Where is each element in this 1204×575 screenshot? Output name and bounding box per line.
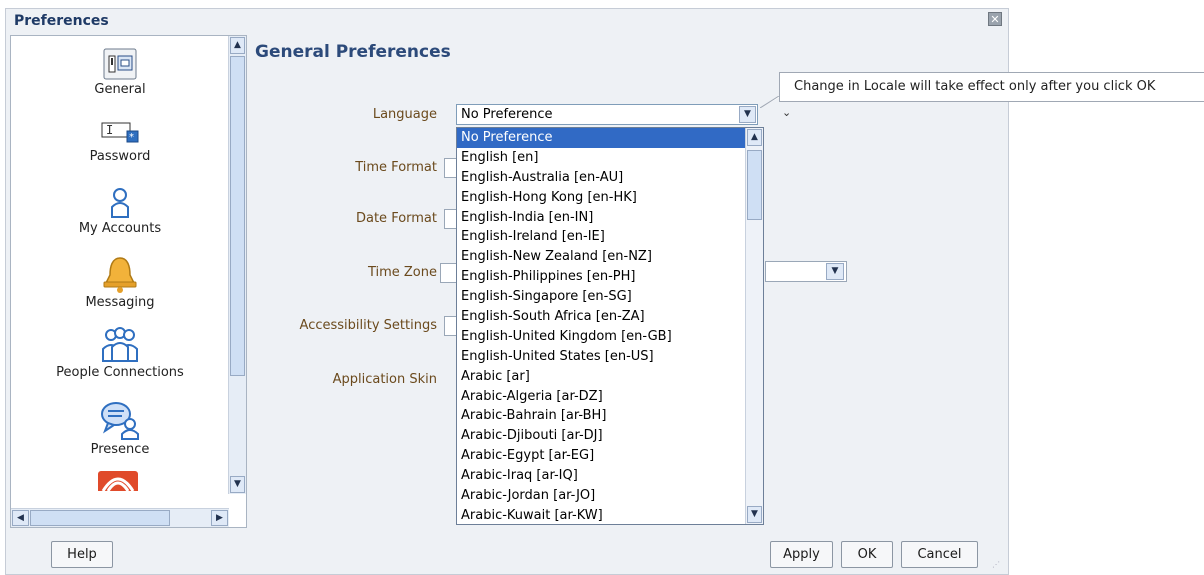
scroll-down-icon[interactable]: ▼ — [230, 476, 245, 493]
help-button[interactable]: Help — [51, 541, 113, 568]
chevron-down-icon[interactable]: ⌄ — [782, 106, 791, 119]
nav-item-label: People Connections — [56, 365, 184, 380]
dropdown-option[interactable]: English-Hong Kong [en-HK] — [457, 188, 763, 208]
password-icon: I * — [101, 122, 139, 143]
user-accounts-icon — [111, 188, 129, 218]
chevron-down-icon[interactable]: ▼ — [826, 263, 844, 280]
dropdown-option[interactable]: English-Philippines [en-PH] — [457, 267, 763, 287]
dropdown-option[interactable]: English-United States [en-US] — [457, 347, 763, 367]
feed-icon — [98, 471, 138, 491]
section-title: General Preferences — [255, 42, 451, 62]
dropdown-scrollbar[interactable]: ▲ ▼ — [745, 128, 763, 524]
locale-tooltip: Change in Locale will take effect only a… — [779, 72, 1204, 102]
svg-text:I: I — [106, 123, 113, 137]
people-connections-icon — [102, 327, 138, 362]
nav-item-my-accounts[interactable]: My Accounts — [11, 187, 229, 236]
dropdown-option[interactable]: English-Singapore [en-SG] — [457, 287, 763, 307]
language-select[interactable]: No Preference ▼ — [456, 104, 758, 125]
dropdown-option[interactable]: Arabic-Algeria [ar-DZ] — [457, 387, 763, 407]
dropdown-option[interactable]: English-Australia [en-AU] — [457, 168, 763, 188]
language-select-value: No Preference — [461, 107, 553, 122]
language-label: Language — [372, 107, 437, 122]
dropdown-option[interactable]: English-New Zealand [en-NZ] — [457, 247, 763, 267]
nav-vertical-scrollbar[interactable]: ▲ ▼ — [228, 36, 246, 494]
nav-item-label: Messaging — [85, 295, 155, 310]
nav-item-presence[interactable]: Presence — [11, 400, 229, 457]
application-skin-label: Application Skin — [332, 372, 437, 387]
dropdown-option[interactable]: No Preference — [457, 128, 763, 148]
language-dropdown-list[interactable]: No Preference English [en] English-Austral… — [456, 127, 764, 525]
nav-horizontal-scrollbar[interactable]: ◀ ▶ — [11, 508, 229, 527]
scroll-up-icon[interactable]: ▲ — [230, 37, 245, 54]
nav-item-messaging[interactable]: Messaging — [11, 255, 229, 310]
nav-scroll-thumb[interactable] — [230, 56, 245, 376]
bell-icon — [103, 257, 137, 293]
dropdown-scroll-thumb[interactable] — [747, 150, 762, 220]
language-options: No Preference English [en] English-Austral… — [457, 128, 763, 524]
preferences-nav: General I * Password My Accounts Messagi… — [10, 35, 247, 528]
dialog-titlebar: Preferences ✕ — [6, 9, 1008, 31]
nav-item-people-connections[interactable]: People Connections — [11, 327, 229, 380]
general-settings-icon — [103, 48, 137, 80]
dropdown-option[interactable]: Arabic-Iraq [ar-IQ] — [457, 466, 763, 486]
tooltip-text: Change in Locale will take effect only a… — [794, 79, 1156, 94]
dropdown-option[interactable]: English [en] — [457, 148, 763, 168]
time-zone-label: Time Zone — [367, 265, 437, 280]
nav-item-label: My Accounts — [78, 221, 162, 236]
nav-hscroll-thumb[interactable] — [30, 510, 170, 526]
dialog-title: Preferences — [14, 13, 109, 29]
nav-item-label: Presence — [90, 442, 150, 457]
time-format-label: Time Format — [355, 160, 437, 175]
dropdown-option[interactable]: English-Ireland [en-IE] — [457, 227, 763, 247]
close-icon[interactable]: ✕ — [988, 12, 1002, 26]
scroll-up-icon[interactable]: ▲ — [747, 129, 762, 146]
nav-item-general[interactable]: General — [11, 48, 229, 97]
svg-text:*: * — [129, 132, 134, 143]
resize-grip-icon[interactable]: ⋰ — [992, 560, 1002, 570]
nav-item-password[interactable]: I * Password — [11, 119, 229, 164]
scroll-down-icon[interactable]: ▼ — [747, 506, 762, 523]
nav-item-label: General — [94, 82, 146, 97]
dropdown-option[interactable]: English-India [en-IN] — [457, 208, 763, 228]
scroll-left-icon[interactable]: ◀ — [12, 510, 29, 526]
dropdown-option[interactable]: Arabic [ar] — [457, 367, 763, 387]
accessibility-settings-label: Accessibility Settings — [299, 318, 437, 333]
scroll-right-icon[interactable]: ▶ — [211, 510, 228, 526]
nav-item-label: Password — [89, 149, 151, 164]
date-format-label: Date Format — [355, 211, 437, 226]
chevron-down-icon[interactable]: ▼ — [739, 106, 756, 123]
dropdown-option[interactable]: Arabic-Bahrain [ar-BH] — [457, 406, 763, 426]
dropdown-option[interactable]: Arabic-Egypt [ar-EG] — [457, 446, 763, 466]
presence-icon — [101, 402, 139, 440]
dropdown-option[interactable]: Arabic-Kuwait [ar-KW] — [457, 506, 763, 524]
dropdown-option[interactable]: English-United Kingdom [en-GB] — [457, 327, 763, 347]
dropdown-option[interactable]: Arabic-Djibouti [ar-DJ] — [457, 426, 763, 446]
dropdown-option[interactable]: Arabic-Jordan [ar-JO] — [457, 486, 763, 506]
cancel-button[interactable]: Cancel — [901, 541, 978, 568]
dropdown-option[interactable]: English-South Africa [en-ZA] — [457, 307, 763, 327]
ok-button[interactable]: OK — [841, 541, 893, 568]
apply-button[interactable]: Apply — [770, 541, 833, 568]
